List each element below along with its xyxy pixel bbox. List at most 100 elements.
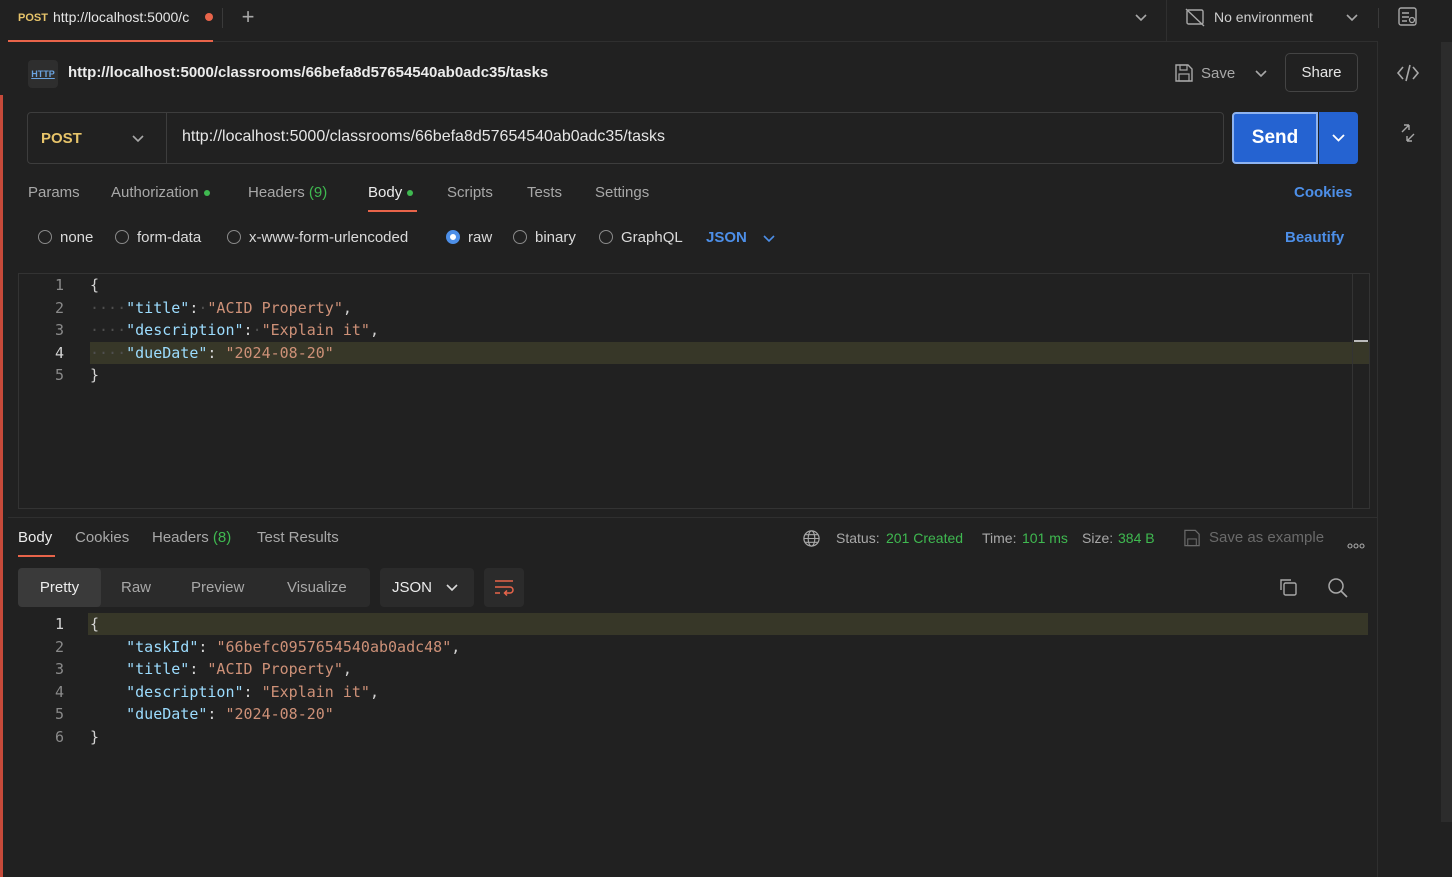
radio-circle	[599, 230, 613, 244]
tab-authorization[interactable]: Authorization	[111, 184, 210, 201]
response-tab-headers[interactable]: Headers (8)	[152, 529, 231, 546]
radio-graphql-label: GraphQL	[621, 229, 683, 246]
line-number: 4	[54, 344, 64, 362]
wrap-lines-button[interactable]	[484, 568, 524, 607]
radio-circle-selected	[446, 230, 460, 244]
radio-raw[interactable]: raw	[446, 229, 492, 246]
save-example-disk-icon	[1183, 528, 1202, 552]
code-line: {	[90, 615, 99, 633]
pane-divider[interactable]	[8, 517, 1377, 518]
wrap-lines-icon	[495, 580, 514, 597]
status-value[interactable]: 201 Created	[886, 530, 963, 546]
line-number: 5	[54, 705, 64, 723]
environment-chevron-down-icon[interactable]	[1343, 6, 1361, 32]
view-preview-button[interactable]: Preview	[191, 579, 244, 596]
collapse-arrows-icon[interactable]	[1398, 123, 1418, 147]
line-number: 3	[54, 660, 64, 678]
save-chevron-down-icon[interactable]	[1252, 62, 1270, 84]
code-snippet-icon[interactable]	[1396, 62, 1420, 88]
copy-icon[interactable]	[1278, 577, 1298, 601]
method-chevron-down-icon[interactable]	[130, 130, 146, 152]
indent-dots: ····	[90, 299, 127, 317]
right-scrollbar[interactable]	[1441, 42, 1452, 822]
response-headers-count: (8)	[212, 529, 232, 546]
response-tab-test-results[interactable]: Test Results	[257, 529, 339, 546]
send-options-button[interactable]	[1319, 112, 1358, 164]
response-tab-cookies[interactable]: Cookies	[75, 529, 129, 546]
radio-circle	[115, 230, 129, 244]
share-button[interactable]: Share	[1285, 53, 1358, 92]
new-tab-plus-icon[interactable]: +	[237, 4, 259, 30]
globe-icon[interactable]	[802, 529, 821, 552]
tab-scripts[interactable]: Scripts	[447, 184, 493, 201]
radio-form-data[interactable]: form-data	[115, 229, 201, 246]
line-number: 2	[54, 638, 64, 656]
method-select[interactable]: POST	[41, 130, 82, 147]
json-key: "dueDate"	[126, 705, 208, 723]
http-request-icon: HTTP	[28, 60, 58, 88]
response-tab-headers-label: Headers	[152, 529, 209, 546]
radio-urlencoded[interactable]: x-www-form-urlencoded	[227, 229, 408, 246]
save-as-example-button[interactable]: Save as example	[1209, 529, 1324, 546]
json-value: "ACID Property"	[207, 660, 343, 678]
line-number: 1	[54, 276, 64, 294]
tab-params[interactable]: Params	[28, 184, 80, 201]
auth-active-dot-icon	[203, 190, 210, 197]
radio-circle	[38, 230, 52, 244]
radio-binary[interactable]: binary	[513, 229, 576, 246]
radio-circle	[227, 230, 241, 244]
active-tab-underline	[368, 210, 417, 212]
code-line: "title": "ACID Property",	[126, 660, 352, 678]
code-brace: }	[90, 728, 100, 746]
beautify-button[interactable]: Beautify	[1285, 229, 1344, 246]
save-label[interactable]: Save	[1201, 65, 1235, 82]
tab-headers[interactable]: Headers (9)	[248, 184, 327, 201]
radio-none-label: none	[60, 229, 94, 246]
active-line-highlight	[88, 613, 1368, 635]
headers-count: (9)	[308, 184, 328, 201]
json-key: "description"	[126, 683, 244, 701]
json-value: "2024-08-20"	[225, 344, 334, 362]
body-format-select[interactable]: JSON	[706, 229, 747, 246]
request-tab[interactable]: POST http://localhost:5000/c	[8, 0, 213, 42]
editor-cursor-marker	[1354, 340, 1368, 342]
response-tab-body[interactable]: Body	[18, 529, 52, 546]
send-button[interactable]: Send	[1232, 112, 1318, 164]
size-value[interactable]: 384 B	[1118, 530, 1155, 546]
view-visualize-button[interactable]: Visualize	[287, 579, 347, 596]
code-line: ····"description":·"Explain it",	[90, 321, 379, 339]
tab-tests[interactable]: Tests	[527, 184, 562, 201]
json-value: "Explain it"	[261, 321, 370, 339]
response-format-chevron-down-icon	[446, 584, 458, 592]
size-label: Size:	[1082, 530, 1114, 546]
more-options-icon[interactable]	[1347, 536, 1365, 553]
view-raw-button[interactable]: Raw	[121, 579, 151, 596]
tab-settings[interactable]: Settings	[595, 184, 649, 201]
json-key: "dueDate"	[126, 344, 208, 362]
env-divider-2	[1378, 8, 1379, 28]
left-accent-strip	[0, 95, 3, 877]
tab-body[interactable]: Body	[368, 184, 414, 201]
cookies-link[interactable]: Cookies	[1294, 184, 1352, 201]
json-key: "taskId"	[126, 638, 199, 656]
env-divider	[1166, 0, 1167, 42]
format-chevron-down-icon[interactable]	[762, 229, 776, 251]
tabs-chevron-down-icon[interactable]	[1130, 6, 1152, 32]
code-brace: {	[90, 276, 100, 294]
radio-form-data-label: form-data	[137, 229, 202, 246]
save-disk-icon	[1175, 64, 1193, 82]
view-pretty-button[interactable]: Pretty	[18, 568, 101, 607]
code-line: "taskId": "66befc0957654540ab0adc48",	[126, 638, 461, 656]
request-title[interactable]: http://localhost:5000/classrooms/66befa8…	[68, 64, 548, 81]
environment-label[interactable]: No environment	[1214, 9, 1313, 25]
time-value[interactable]: 101 ms	[1022, 530, 1068, 546]
environment-quick-look-icon[interactable]	[1397, 6, 1419, 32]
search-icon[interactable]	[1327, 577, 1349, 603]
editor-scrollbar[interactable]	[1352, 274, 1369, 508]
method-separator	[166, 113, 167, 163]
radio-none[interactable]: none	[38, 229, 93, 246]
response-format-label[interactable]: JSON	[392, 579, 432, 596]
radio-graphql[interactable]: GraphQL	[599, 229, 683, 246]
indent-dots: ····	[90, 321, 127, 339]
url-input[interactable]	[182, 128, 1212, 146]
